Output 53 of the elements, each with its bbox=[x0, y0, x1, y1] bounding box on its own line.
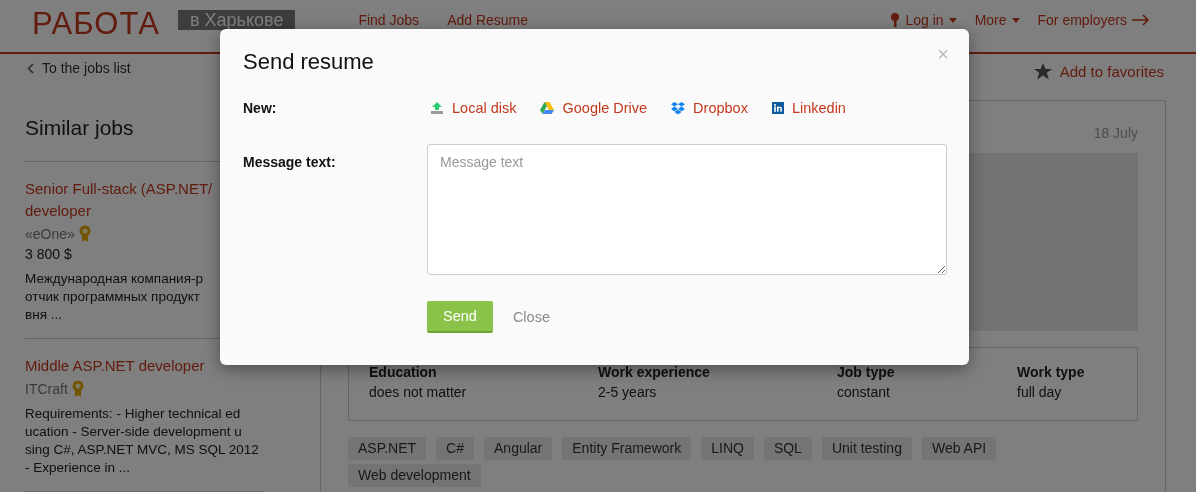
source-link[interactable]: Dropbox bbox=[671, 100, 748, 116]
company-name: «eOne» bbox=[25, 225, 75, 242]
job-description: Requirements: - Higher technical ed ucation - Server-side development u sing C#, ASP.NET MVC, MS SQL 2012 - Experience in ... bbox=[25, 405, 260, 477]
nav-link[interactable]: Add Resume bbox=[447, 12, 529, 28]
medal-icon bbox=[71, 380, 84, 397]
detail-label: Education bbox=[369, 364, 438, 380]
skill-tag[interactable]: Angular bbox=[484, 437, 553, 460]
employers-link[interactable]: For employers bbox=[1037, 12, 1150, 28]
detail-value: does not matter bbox=[369, 384, 468, 400]
star-icon bbox=[1033, 62, 1052, 80]
more-menu[interactable]: More bbox=[974, 12, 1020, 28]
job-description: Международная компания-р отчик программных продукт вня ... bbox=[25, 270, 204, 324]
logo[interactable]: РАБОТА bbox=[32, 7, 160, 41]
city-label: в Харькове bbox=[178, 10, 296, 30]
linkedin-icon bbox=[771, 102, 784, 114]
detail-label: Job type bbox=[837, 364, 896, 380]
salary: 3 800 $ bbox=[25, 246, 73, 262]
dropbox-icon bbox=[671, 101, 686, 115]
nav-link[interactable]: Find Jobs bbox=[358, 12, 420, 28]
close-link[interactable]: Close bbox=[512, 309, 550, 325]
source-link[interactable]: Google Drive bbox=[540, 100, 648, 116]
favorite-link[interactable]: Add to favorites bbox=[1033, 60, 1164, 82]
caret-icon bbox=[1011, 17, 1020, 23]
source-link[interactable]: Linkedin bbox=[771, 100, 846, 116]
detail-value: 2-5 years bbox=[598, 384, 658, 400]
company-name: ITCraft bbox=[25, 380, 68, 397]
login-link[interactable]: Log in bbox=[890, 12, 957, 28]
send-button[interactable]: Send bbox=[427, 301, 493, 333]
drive-icon bbox=[540, 102, 555, 114]
skill-tag[interactable]: Web development bbox=[348, 464, 481, 487]
job-title-link[interactable]: Middle ASP.NET developer bbox=[25, 355, 265, 377]
caret-icon bbox=[948, 17, 957, 23]
new-label: New: bbox=[243, 100, 278, 116]
chevron-left-icon bbox=[27, 62, 34, 74]
skill-tag[interactable]: Unit testing bbox=[821, 437, 912, 460]
source-link[interactable]: Local disk bbox=[430, 100, 517, 116]
skill-tag[interactable]: ASP.NET bbox=[348, 437, 427, 460]
arrow-right-icon bbox=[1132, 14, 1150, 26]
upload-icon bbox=[430, 101, 444, 115]
detail-label: Work type bbox=[1017, 364, 1086, 380]
detail-label: Work experience bbox=[598, 364, 711, 380]
detail-value: full day bbox=[1017, 384, 1063, 400]
skill-tag[interactable]: Entity Framework bbox=[562, 437, 692, 460]
skill-tag[interactable]: LINQ bbox=[701, 437, 754, 460]
back-link[interactable]: To the jobs list bbox=[27, 58, 131, 78]
skill-tag[interactable]: C# bbox=[436, 437, 474, 460]
key-icon bbox=[890, 13, 901, 27]
skill-tag[interactable]: SQL bbox=[763, 437, 812, 460]
dialog-title: Send resume bbox=[243, 49, 374, 75]
skill-tag[interactable]: Web API bbox=[921, 437, 997, 460]
detail-value: constant bbox=[837, 384, 891, 400]
message-field[interactable]: Message text bbox=[427, 144, 947, 275]
medal-icon bbox=[78, 225, 91, 242]
